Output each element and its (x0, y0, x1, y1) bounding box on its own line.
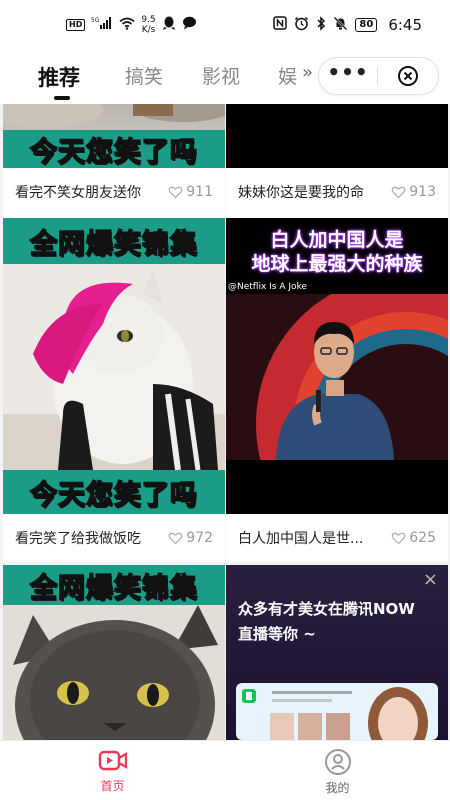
video-card[interactable]: 今天您笑了吗 看完不笑女朋友送你 911 (3, 104, 225, 218)
mute-bell-icon (333, 16, 348, 35)
message-icon (182, 16, 197, 34)
like-count-value: 972 (186, 530, 213, 546)
network-type: 5G (91, 17, 100, 24)
heart-icon (168, 532, 183, 545)
cellular-signal-icon: 5G (91, 16, 113, 34)
cat-illustration (3, 264, 225, 470)
thumbnail-image (3, 104, 225, 128)
nav-profile-label: 我的 (325, 781, 350, 795)
video-thumbnail (226, 104, 448, 168)
like-count[interactable]: 972 (168, 530, 213, 546)
video-title: 看完不笑女朋友送你 (15, 185, 141, 201)
thumbnail-bottom-banner: 今天您笑了吗 (3, 470, 225, 514)
video-card[interactable]: 全网爆笑锦集 今天您笑了吗 看完笑了给我做饭吃 972 (3, 218, 225, 562)
like-count-value: 911 (186, 184, 213, 200)
like-count[interactable]: 913 (391, 184, 436, 200)
video-thumbnail: 全网爆笑锦集 今天您笑了吗 (3, 218, 225, 514)
video-feed: 今天您笑了吗 看完不笑女朋友送你 911 妹妹你这是要我的命 913 全网爆笑锦… (0, 104, 450, 740)
video-watermark: @Netflix Is A Joke (228, 282, 307, 292)
thumbnail-top-banner-text: 全网爆笑锦集 (29, 228, 198, 261)
more-menu-button[interactable]: ••• (319, 62, 377, 82)
video-thumbnail: 全网爆笑锦集 (3, 565, 225, 740)
like-count-value: 625 (409, 530, 436, 546)
ad-text: 众多有才美女在腾讯NOW 直播等你 ~ (238, 597, 415, 647)
video-title: 白人加中国人是世... (238, 531, 364, 547)
network-speed: 9.5 K/s (141, 15, 155, 35)
card-footer: 妹妹你这是要我的命 913 (226, 168, 448, 216)
thumbnail-banner-text: 今天您笑了吗 (29, 136, 198, 168)
thumbnail-banner: 今天您笑了吗 (3, 130, 225, 168)
ad-card[interactable]: × 众多有才美女在腾讯NOW 直播等你 ~ (226, 565, 448, 740)
thumbnail-top-banner: 全网爆笑锦集 (3, 218, 225, 264)
tab-recommended[interactable]: 推荐 (38, 62, 80, 92)
bluetooth-icon (316, 15, 326, 35)
card-footer: 看完不笑女朋友送你 911 (3, 168, 225, 216)
ad-banner: × 众多有才美女在腾讯NOW 直播等你 ~ (226, 565, 448, 740)
more-tabs-chevron-icon[interactable]: » (302, 62, 313, 83)
video-thumbnail: 今天您笑了吗 (3, 104, 225, 168)
like-count[interactable]: 911 (168, 184, 213, 200)
bottom-navigation: 首页 我的 (0, 740, 450, 800)
video-card[interactable]: 白人加中国人是 地球上最强大的种族 @Netflix Is A Joke 白人加… (226, 218, 448, 562)
network-speed-unit: K/s (141, 25, 156, 35)
mini-program-capsule: ••• (318, 57, 439, 95)
video-headline-line2: 地球上最强大的种族 (251, 253, 423, 275)
ad-text-line2: 直播等你 ~ (238, 625, 316, 643)
video-card[interactable]: 妹妹你这是要我的命 913 (226, 104, 448, 218)
ad-close-icon[interactable]: × (423, 569, 438, 590)
heart-icon (391, 532, 406, 545)
thumbnail-top-banner-text: 全网爆笑锦集 (29, 572, 198, 605)
battery-level: 80 (355, 18, 378, 32)
network-speed-value: 9.5 (141, 15, 156, 25)
thumbnail-top-banner: 全网爆笑锦集 (3, 565, 225, 605)
clock: 6:45 (388, 16, 422, 34)
card-footer: 看完笑了给我做饭吃 972 (3, 514, 225, 562)
card-footer: 白人加中国人是世... 625 (226, 514, 448, 562)
alarm-icon (294, 16, 309, 35)
ad-text-line1: 众多有才美女在腾讯NOW (238, 600, 415, 618)
tab-movies[interactable]: 影视 (202, 62, 240, 89)
nav-home[interactable]: 首页 (0, 741, 225, 800)
like-count-value: 913 (409, 184, 436, 200)
nfc-icon (273, 16, 288, 34)
hd-badge: HD (66, 19, 86, 31)
close-circle-icon (398, 66, 418, 86)
thumbnail-bottom-banner-text: 今天您笑了吗 (29, 479, 198, 512)
video-title: 看完笑了给我做饭吃 (15, 531, 141, 547)
video-title: 妹妹你这是要我的命 (238, 185, 364, 201)
active-tab-indicator (54, 96, 70, 100)
video-card[interactable]: 全网爆笑锦集 (3, 565, 225, 740)
like-count[interactable]: 625 (391, 530, 436, 546)
status-bar: HD 5G 9.5 K/s 80 6:45 (0, 0, 450, 50)
video-headline: 白人加中国人是 地球上最强大的种族 (226, 228, 448, 276)
video-icon (98, 750, 127, 771)
ad-preview-image (236, 683, 438, 740)
nav-home-label: 首页 (100, 779, 125, 793)
video-thumbnail: 白人加中国人是 地球上最强大的种族 @Netflix Is A Joke (226, 218, 448, 514)
heart-icon (391, 186, 406, 199)
heart-icon (168, 186, 183, 199)
comedian-stage-image (226, 294, 448, 460)
qq-icon (162, 16, 176, 35)
wifi-icon (119, 17, 135, 34)
nav-profile[interactable]: 我的 (225, 741, 450, 800)
wet-cat-image (3, 605, 225, 740)
video-headline-line1: 白人加中国人是 (270, 229, 404, 251)
tab-funny[interactable]: 搞笑 (125, 62, 163, 89)
close-mini-program-button[interactable] (378, 65, 438, 87)
profile-icon (324, 749, 351, 775)
tab-entertainment[interactable]: 娱 (278, 62, 297, 89)
